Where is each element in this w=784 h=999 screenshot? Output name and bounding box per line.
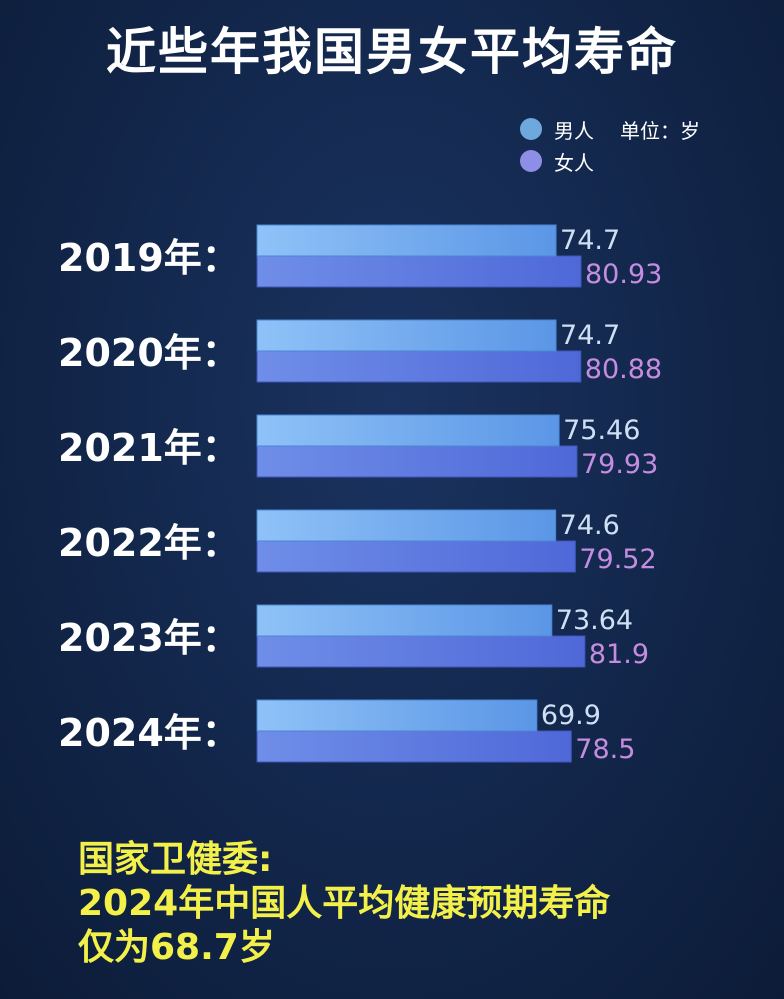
female-value-label: 81.9: [589, 639, 649, 670]
male-bar: [256, 509, 557, 542]
category-label: 2023年：: [58, 616, 240, 660]
female-bar: [256, 350, 582, 383]
male-value-label: 74.6: [560, 510, 620, 541]
footnote-line-3: 仅为68.7岁: [78, 927, 275, 968]
category-label: 2024年：: [58, 711, 240, 755]
footnote-line-1: 国家卫健委:: [78, 839, 273, 880]
male-value-label: 69.9: [541, 700, 601, 731]
female-value-label: 80.93: [585, 259, 662, 290]
male-value-label: 75.46: [563, 415, 640, 446]
female-value-label: 80.88: [585, 354, 662, 385]
female-bar: [256, 445, 578, 478]
female-bar: [256, 540, 576, 573]
footnote: 国家卫健委: 2024年中国人平均健康预期寿命 仅为68.7岁: [78, 838, 610, 970]
footnote-line-2: 2024年中国人平均健康预期寿命: [78, 883, 611, 924]
female-value-label: 78.5: [575, 734, 635, 765]
male-value-label: 74.7: [560, 320, 620, 351]
female-bar: [256, 255, 582, 288]
female-bar: [256, 730, 572, 763]
male-bar: [256, 414, 560, 447]
category-label: 2022年：: [58, 521, 240, 565]
male-bar: [256, 319, 557, 352]
female-value-label: 79.93: [581, 449, 658, 480]
male-bar: [256, 604, 553, 637]
female-value-label: 79.52: [579, 544, 656, 575]
male-value-label: 74.7: [560, 225, 620, 256]
category-label: 2021年：: [58, 426, 240, 470]
chart-frame: 近些年我国男女平均寿命 男人 单位：岁 女人 2019年： 74.7 80.93 20…: [0, 0, 784, 999]
male-value-label: 73.64: [556, 605, 633, 636]
category-label: 2020年：: [58, 331, 240, 375]
male-bar: [256, 699, 538, 732]
category-label: 2019年：: [58, 236, 240, 280]
female-bar: [256, 635, 586, 668]
male-bar: [256, 224, 557, 257]
